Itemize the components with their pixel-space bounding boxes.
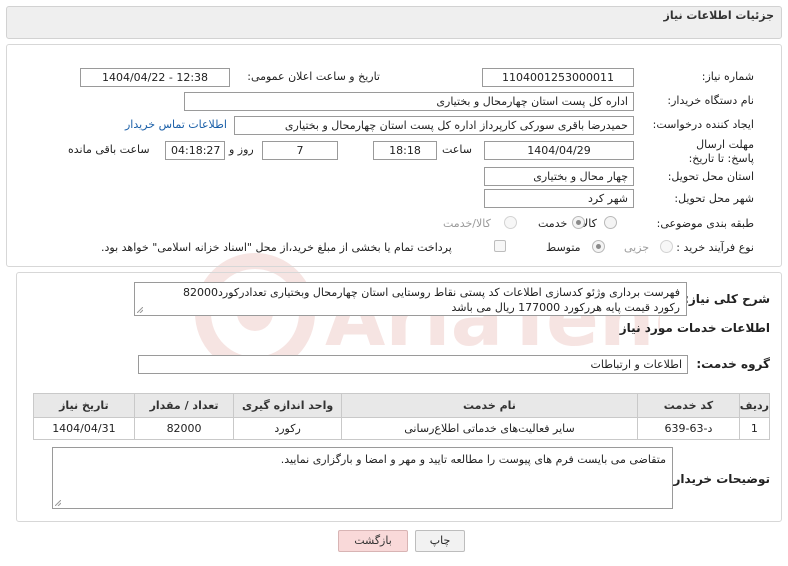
col-unit-header: واحد اندازه گیری xyxy=(233,393,342,418)
remaining-time-field: 04:18:27 xyxy=(165,141,225,160)
buyer-org-label: نام دستگاه خریدار: xyxy=(667,94,754,107)
announce-date-field: 1404/04/22 - 12:38 xyxy=(80,68,230,87)
requester-label: ایجاد کننده درخواست: xyxy=(652,118,754,131)
col-date-header: تاریخ نیاز xyxy=(33,393,135,418)
deadline-time-label: ساعت xyxy=(442,143,472,156)
service-code-cell: د-63-639 xyxy=(637,417,740,440)
remaining-time-label: ساعت باقی مانده xyxy=(68,143,150,156)
category-goods-radio[interactable] xyxy=(604,216,617,229)
resize-grip-icon[interactable] xyxy=(55,500,61,506)
category-goods-service-radio[interactable] xyxy=(504,216,517,229)
print-button[interactable]: چاپ xyxy=(415,530,465,552)
resize-grip-icon[interactable] xyxy=(137,307,143,313)
remaining-days-field: 7 xyxy=(262,141,338,160)
unit-cell: رکورد xyxy=(233,417,342,440)
buyer-notes-label: توضیحات خریدار: xyxy=(668,472,770,486)
col-qty-header: تعداد / مقدار xyxy=(133,393,235,418)
delivery-city-field: شهر کرد xyxy=(484,189,634,208)
need-number-field: 1104001253000011 xyxy=(482,68,634,87)
process-medium-radio[interactable] xyxy=(592,240,605,253)
category-label: طبقه بندی موضوعی: xyxy=(656,217,754,230)
need-date-cell: 1404/04/31 xyxy=(33,417,135,440)
delivery-city-label: شهر محل تحویل: xyxy=(674,192,754,205)
process-minor-radio[interactable] xyxy=(660,240,673,253)
col-code-header: کد خدمت xyxy=(637,393,740,418)
service-name-cell: سایر فعالیت‌های خدماتی اطلاع‌رسانی xyxy=(340,417,639,440)
process-medium-label: متوسط xyxy=(546,241,581,254)
page-title: جزئیات اطلاعات نیاز xyxy=(663,9,775,22)
services-table: ردیف کد خدمت نام خدمت واحد اندازه گیری ت… xyxy=(33,393,771,440)
buyer-notes-text: متقاضی می بایست فرم های پیوست را مطالعه … xyxy=(280,453,666,466)
treasury-payment-checkbox[interactable] xyxy=(494,240,506,252)
need-number-label: شماره نیاز: xyxy=(701,70,754,83)
process-minor-label: جزیی xyxy=(624,241,650,254)
table-header-row: ردیف کد خدمت نام خدمت واحد اندازه گیری ت… xyxy=(33,393,771,418)
service-group-label: گروه خدمت: xyxy=(696,357,770,371)
services-heading: اطلاعات خدمات مورد نیاز xyxy=(619,321,770,335)
buyer-notes-textarea: متقاضی می بایست فرم های پیوست را مطالعه … xyxy=(52,447,673,509)
summary-label: شرح کلی نیاز: xyxy=(684,292,770,306)
deadline-label: مهلت ارسال پاسخ: تا تاریخ: xyxy=(688,138,754,165)
category-service-radio[interactable] xyxy=(572,216,585,229)
requester-field: حمیدرضا باقری سورکی کارپرداز اداره کل پس… xyxy=(234,116,634,135)
back-button[interactable]: بازگشت xyxy=(338,530,408,552)
summary-line-1: فهرست برداری وژئو کدسازی اطلاعات کد پستی… xyxy=(183,286,680,299)
category-goods-service-label: کالا/خدمت xyxy=(443,217,491,230)
buyer-org-field: اداره کل پست استان چهارمحال و بختیاری xyxy=(184,92,634,111)
table-row: 1 د-63-639 سایر فعالیت‌های خدماتی اطلاع‌… xyxy=(33,417,771,440)
announce-date-label: تاریخ و ساعت اعلان عمومی: xyxy=(247,70,380,83)
delivery-province-field: چهار محال و بختیاری xyxy=(484,167,634,186)
remaining-days-label: روز و xyxy=(229,143,254,156)
delivery-province-label: استان محل تحویل: xyxy=(667,170,754,183)
summary-line-2: رکورد قیمت پایه هررکورد 177000 ریال می ب… xyxy=(451,301,680,314)
row-number-cell: 1 xyxy=(738,417,771,440)
deadline-date-field: 1404/04/29 xyxy=(484,141,634,160)
treasury-payment-note: پرداخت تمام یا بخشی از مبلغ خرید،از محل … xyxy=(101,241,452,254)
col-name-header: نام خدمت xyxy=(340,393,639,418)
deadline-time-field: 18:18 xyxy=(373,141,437,160)
col-row-header: ردیف xyxy=(738,393,771,418)
buyer-contact-link[interactable]: اطلاعات تماس خریدار xyxy=(125,118,227,131)
quantity-cell: 82000 xyxy=(133,417,235,440)
category-service-label: خدمت xyxy=(538,217,568,230)
summary-textarea: فهرست برداری وژئو کدسازی اطلاعات کد پستی… xyxy=(134,282,687,316)
service-group-field: اطلاعات و ارتباطات xyxy=(138,355,688,374)
process-type-label: نوع فرآیند خرید : xyxy=(676,241,754,254)
